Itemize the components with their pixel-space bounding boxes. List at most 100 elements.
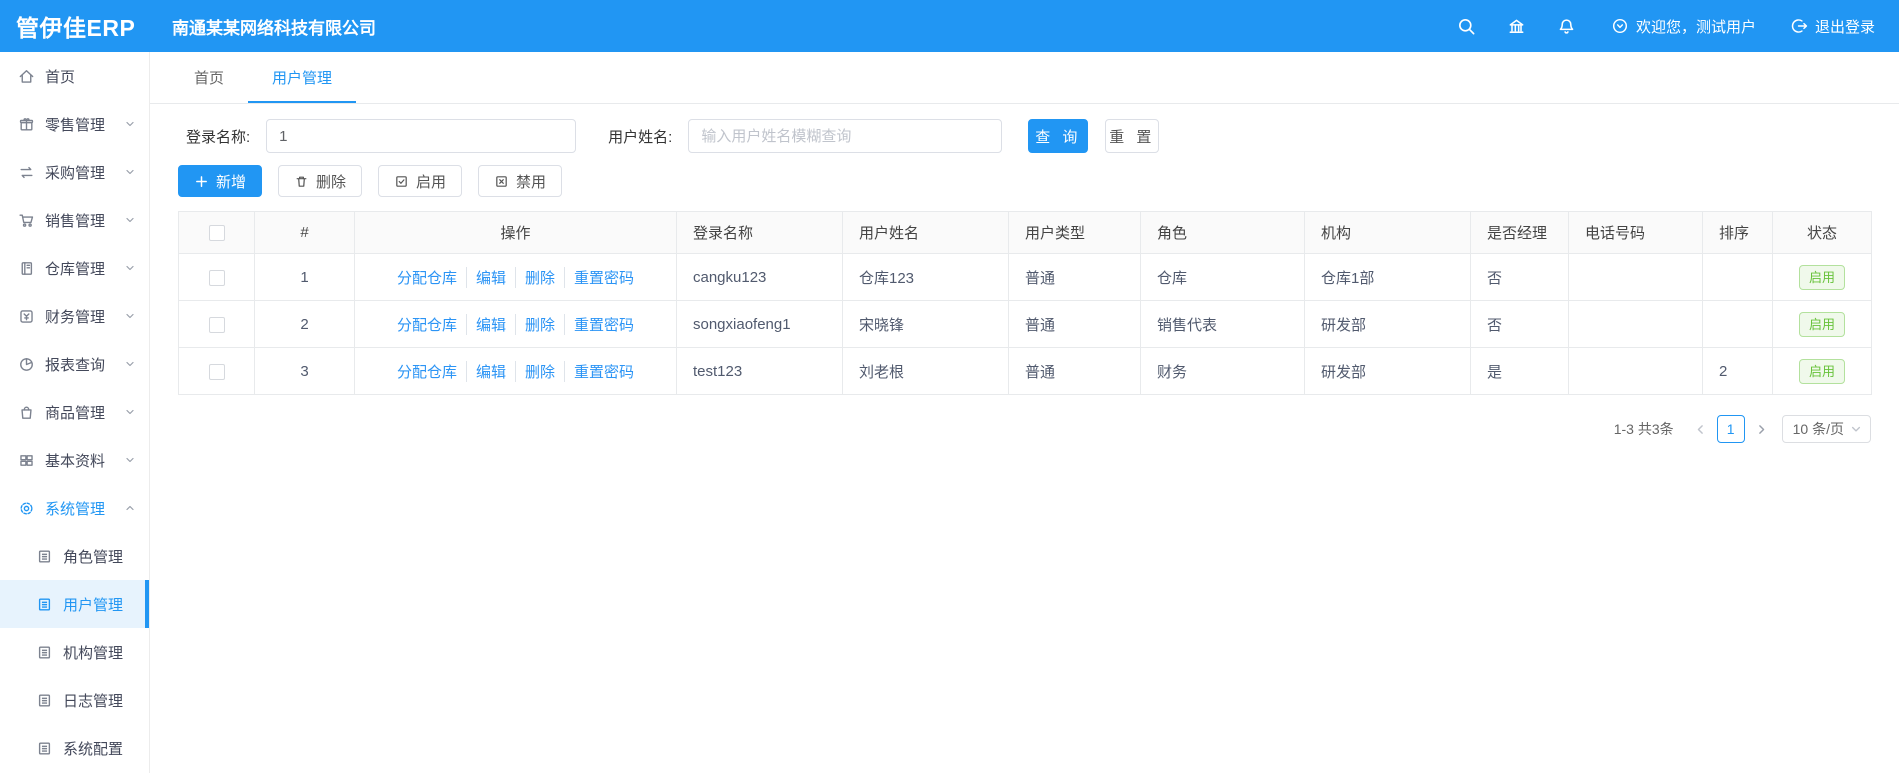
x-square-icon — [496, 175, 507, 187]
chevron-down-icon — [124, 454, 136, 466]
sidebar-item-label: 系统管理 — [45, 500, 106, 518]
cell-login: cangku123 — [676, 253, 843, 301]
company-name: 南通某某网络科技有限公司 — [172, 18, 376, 38]
sidebar-item-reports[interactable]: 报表查询 — [0, 340, 149, 388]
cell-org: 仓库1部 — [1304, 253, 1471, 301]
status-badge: 启用 — [1798, 311, 1845, 337]
reset-button[interactable]: 重 置 — [1105, 119, 1160, 153]
doc-list-icon — [36, 692, 53, 709]
sidebar-item-warehouse[interactable]: 仓库管理 — [0, 244, 149, 292]
goods-bag-icon — [18, 404, 35, 421]
cell-org: 研发部 — [1304, 300, 1471, 348]
login-name-input[interactable] — [266, 119, 577, 153]
page-number-button[interactable]: 1 — [1716, 415, 1745, 443]
assign-warehouse-link[interactable]: 分配仓库 — [388, 314, 466, 335]
col-org: 机构 — [1304, 211, 1471, 254]
pagination: 1-3 共3条 1 10 条/页 — [178, 415, 1871, 443]
reset-password-link[interactable]: 重置密码 — [564, 360, 643, 382]
sidebar-item-system[interactable]: 系统管理 — [0, 484, 149, 532]
sidebar-item-log-management[interactable]: 日志管理 — [0, 676, 149, 724]
sidebar-item-system-config[interactable]: 系统配置 — [0, 724, 149, 772]
sidebar-item-basedata[interactable]: 基本资料 — [0, 436, 149, 484]
welcome-text: 欢迎您，测试用户 — [1635, 18, 1756, 36]
sidebar-item-retail[interactable]: 零售管理 — [0, 100, 149, 148]
sidebar-item-label: 销售管理 — [45, 212, 106, 230]
report-pie-icon — [18, 356, 35, 373]
table-row: 1 分配仓库 编辑 删除 重置密码 cangku123 仓库123 普通 仓库 仓库1… — [178, 253, 1872, 301]
edit-link[interactable]: 编辑 — [465, 266, 515, 288]
tab-home[interactable]: 首页 — [170, 52, 248, 103]
reset-password-link[interactable]: 重置密码 — [564, 266, 643, 288]
assign-warehouse-link[interactable]: 分配仓库 — [388, 267, 466, 288]
delete-button-label: 删除 — [316, 173, 347, 191]
top-header: 管伊佳ERP 南通某某网络科技有限公司 欢迎您，测试用户 退出登录 — [0, 0, 1899, 52]
page-size-value: 10 条/页 — [1792, 421, 1844, 437]
user-menu[interactable]: 欢迎您，测试用户 — [1611, 16, 1756, 37]
row-checkbox[interactable] — [208, 269, 225, 286]
sidebar-item-label: 报表查询 — [45, 356, 106, 374]
cell-role: 仓库 — [1140, 253, 1305, 301]
delete-link[interactable]: 删除 — [515, 360, 564, 382]
page-size-select[interactable]: 10 条/页 — [1781, 415, 1871, 443]
row-checkbox[interactable] — [208, 316, 225, 333]
sidebar-item-sales[interactable]: 销售管理 — [0, 196, 149, 244]
sidebar-item-label: 系统配置 — [63, 740, 124, 758]
delete-link[interactable]: 删除 — [515, 313, 564, 335]
user-name-input[interactable] — [688, 119, 1003, 153]
page-content: 登录名称: 用户姓名: 查 询 重 置 新增 删除 — [150, 104, 1899, 443]
add-button[interactable]: 新增 — [178, 165, 263, 197]
col-login-name: 登录名称 — [676, 211, 843, 254]
trash-icon — [296, 176, 307, 187]
status-badge: 启用 — [1798, 358, 1845, 384]
cell-index: 2 — [254, 300, 355, 348]
delete-button[interactable]: 删除 — [278, 165, 363, 197]
disable-button[interactable]: 禁用 — [478, 165, 563, 197]
logout-button[interactable]: 退出登录 — [1790, 16, 1875, 37]
edit-link[interactable]: 编辑 — [465, 360, 515, 382]
cell-phone — [1568, 347, 1703, 395]
bank-icon[interactable] — [1507, 16, 1527, 36]
user-name-label: 用户姓名: — [608, 128, 673, 146]
cell-phone — [1568, 253, 1703, 301]
sidebar-item-user-management[interactable]: 用户管理 — [0, 580, 149, 628]
cell-sort: 2 — [1702, 347, 1773, 395]
search-icon[interactable] — [1457, 16, 1477, 36]
search-button[interactable]: 查 询 — [1028, 119, 1089, 153]
assign-warehouse-link[interactable]: 分配仓库 — [388, 361, 466, 382]
tab-user-management[interactable]: 用户管理 — [248, 52, 357, 103]
doc-list-icon — [36, 644, 53, 661]
doc-list-icon — [36, 740, 53, 757]
enable-button[interactable]: 启用 — [378, 165, 463, 197]
sidebar-item-org-management[interactable]: 机构管理 — [0, 628, 149, 676]
sidebar-item-home[interactable]: 首页 — [0, 52, 149, 100]
chevron-down-icon — [1851, 426, 1861, 432]
col-user-name: 用户姓名 — [842, 211, 1009, 254]
sidebar-item-goods[interactable]: 商品管理 — [0, 388, 149, 436]
cell-org: 研发部 — [1304, 347, 1471, 395]
sidebar-item-label: 角色管理 — [63, 548, 124, 566]
disable-button-label: 禁用 — [516, 173, 547, 191]
reset-password-link[interactable]: 重置密码 — [564, 313, 643, 335]
table-toolbar: 新增 删除 启用 禁用 — [178, 165, 1871, 197]
sidebar-item-purchase[interactable]: 采购管理 — [0, 148, 149, 196]
row-checkbox[interactable] — [208, 363, 225, 380]
delete-link[interactable]: 删除 — [515, 266, 564, 288]
cell-login: test123 — [676, 347, 843, 395]
cell-name: 宋晓锋 — [842, 300, 1009, 348]
sidebar-item-role-management[interactable]: 角色管理 — [0, 532, 149, 580]
filter-form: 登录名称: 用户姓名: 查 询 重 置 — [186, 118, 1871, 154]
finance-icon — [18, 308, 35, 325]
cell-manager: 否 — [1470, 253, 1569, 301]
edit-link[interactable]: 编辑 — [465, 313, 515, 335]
login-name-label: 登录名称: — [186, 128, 251, 146]
status-badge: 启用 — [1798, 264, 1845, 290]
cell-role: 财务 — [1140, 347, 1305, 395]
main-area: 首页 用户管理 登录名称: 用户姓名: 查 询 重 置 — [150, 52, 1899, 773]
select-all-checkbox[interactable] — [208, 225, 225, 242]
prev-page-button[interactable] — [1688, 423, 1713, 436]
next-page-button[interactable] — [1749, 423, 1774, 436]
col-index: # — [254, 211, 355, 254]
system-gear-icon — [18, 500, 35, 517]
sidebar-item-finance[interactable]: 财务管理 — [0, 292, 149, 340]
bell-icon[interactable] — [1557, 16, 1577, 36]
